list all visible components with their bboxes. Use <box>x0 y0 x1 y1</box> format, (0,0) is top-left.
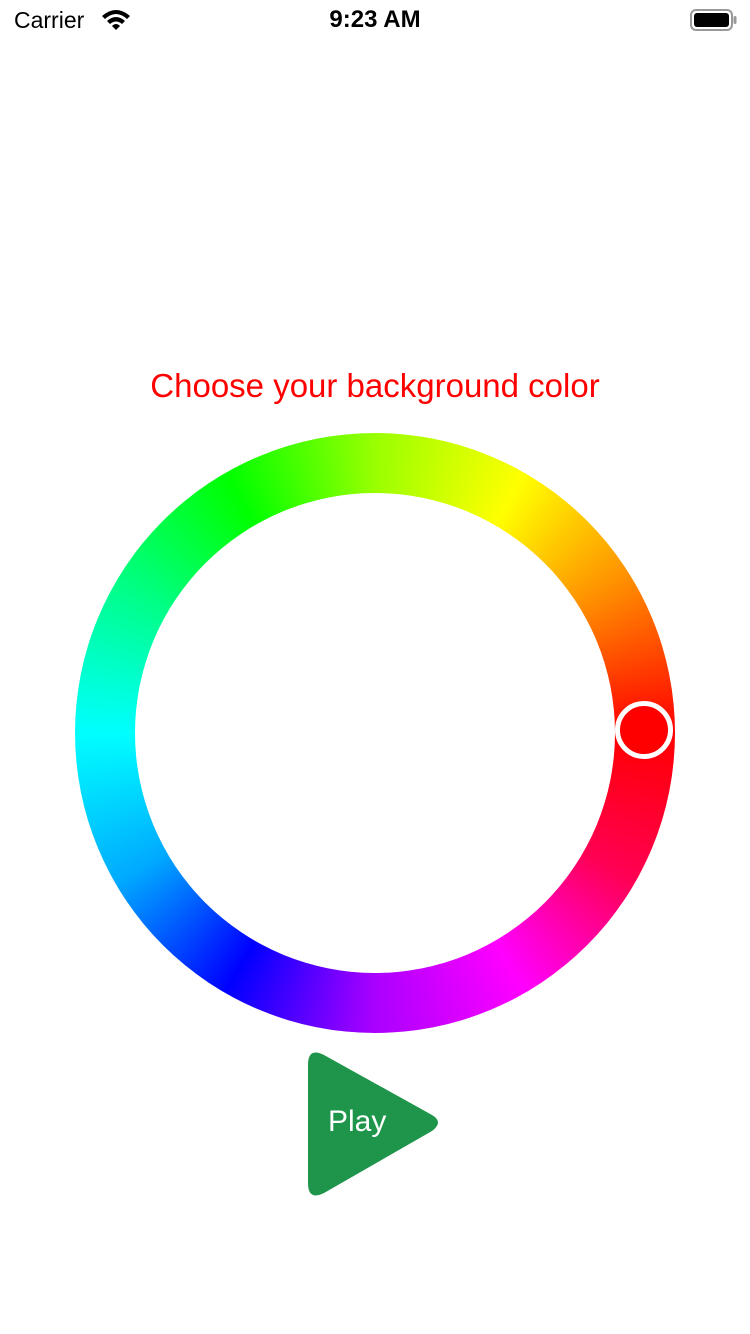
status-time: 9:23 AM <box>329 6 421 33</box>
battery-icon <box>690 8 738 32</box>
play-button[interactable]: Play <box>308 1047 444 1201</box>
play-button-label: Play <box>328 1105 387 1138</box>
color-wheel[interactable] <box>75 433 675 1033</box>
status-bar: Carrier 9:23 AM <box>0 0 750 40</box>
page-title: Choose your background color <box>150 367 600 404</box>
color-wheel-center <box>135 493 615 973</box>
color-wheel-handle[interactable] <box>615 701 673 759</box>
